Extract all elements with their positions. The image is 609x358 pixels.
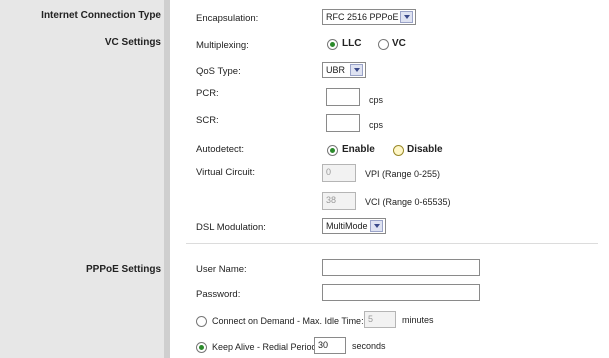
chevron-down-icon	[400, 11, 413, 23]
encapsulation-select[interactable]: RFC 2516 PPPoE	[322, 9, 416, 25]
encapsulation-value: RFC 2516 PPPoE	[326, 12, 399, 22]
autodetect-enable-radio[interactable]	[327, 145, 338, 156]
virtual-circuit-label: Virtual Circuit:	[196, 167, 255, 178]
scr-label: SCR:	[196, 115, 219, 126]
chevron-down-icon	[370, 220, 383, 232]
pcr-unit: cps	[369, 95, 384, 105]
max-idle-time-unit: minutes	[402, 315, 434, 325]
dsl-modulation-label: DSL Modulation:	[196, 222, 266, 233]
username-label: User Name:	[196, 264, 247, 275]
multiplexing-llc-radio[interactable]	[327, 39, 338, 50]
keep-alive-label: Keep Alive - Redial Period:	[212, 342, 320, 352]
vci-input[interactable]: 38	[322, 192, 356, 210]
max-idle-time-input[interactable]: 5	[364, 311, 396, 328]
autodetect-enable-label: Enable	[342, 144, 375, 155]
pcr-input[interactable]	[326, 88, 360, 106]
scr-unit: cps	[369, 120, 384, 130]
dsl-modulation-select[interactable]: MultiMode	[322, 218, 386, 234]
connect-on-demand-radio[interactable]	[196, 316, 207, 327]
password-input[interactable]	[322, 284, 480, 301]
qos-type-label: QoS Type:	[196, 66, 241, 77]
multiplexing-vc-label: VC	[392, 38, 406, 49]
redial-period-unit: seconds	[352, 341, 386, 351]
scr-input[interactable]	[326, 114, 360, 132]
dsl-modulation-value: MultiMode	[326, 221, 368, 231]
autodetect-disable-label: Disable	[407, 144, 443, 155]
column-divider	[164, 0, 170, 358]
autodetect-disable-radio[interactable]	[393, 145, 404, 156]
vci-range-label: VCI (Range 0-65535)	[365, 197, 451, 207]
qos-type-value: UBR	[326, 65, 346, 75]
pcr-label: PCR:	[196, 88, 219, 99]
keep-alive-radio[interactable]	[196, 342, 207, 353]
vpi-input[interactable]: 0	[322, 164, 356, 182]
section-pppoe-settings: PPPoE Settings	[85, 264, 161, 275]
section-vc-settings: VC Settings	[104, 37, 161, 48]
multiplexing-vc-radio[interactable]	[378, 39, 389, 50]
multiplexing-llc-label: LLC	[342, 38, 362, 49]
multiplexing-label: Multiplexing:	[196, 40, 249, 51]
connect-on-demand-label: Connect on Demand - Max. Idle Time:	[212, 316, 364, 326]
redial-period-input[interactable]: 30	[314, 337, 346, 354]
encapsulation-label: Encapsulation:	[196, 13, 259, 24]
section-divider	[186, 243, 598, 244]
section-internet-connection-type: Internet Connection Type	[41, 10, 161, 21]
qos-type-select[interactable]: UBR	[322, 62, 366, 78]
left-sidebar-column	[0, 0, 164, 358]
username-input[interactable]	[322, 259, 480, 276]
vpi-range-label: VPI (Range 0-255)	[365, 169, 441, 179]
password-label: Password:	[196, 289, 241, 300]
chevron-down-icon	[350, 64, 363, 76]
autodetect-label: Autodetect:	[196, 144, 245, 155]
